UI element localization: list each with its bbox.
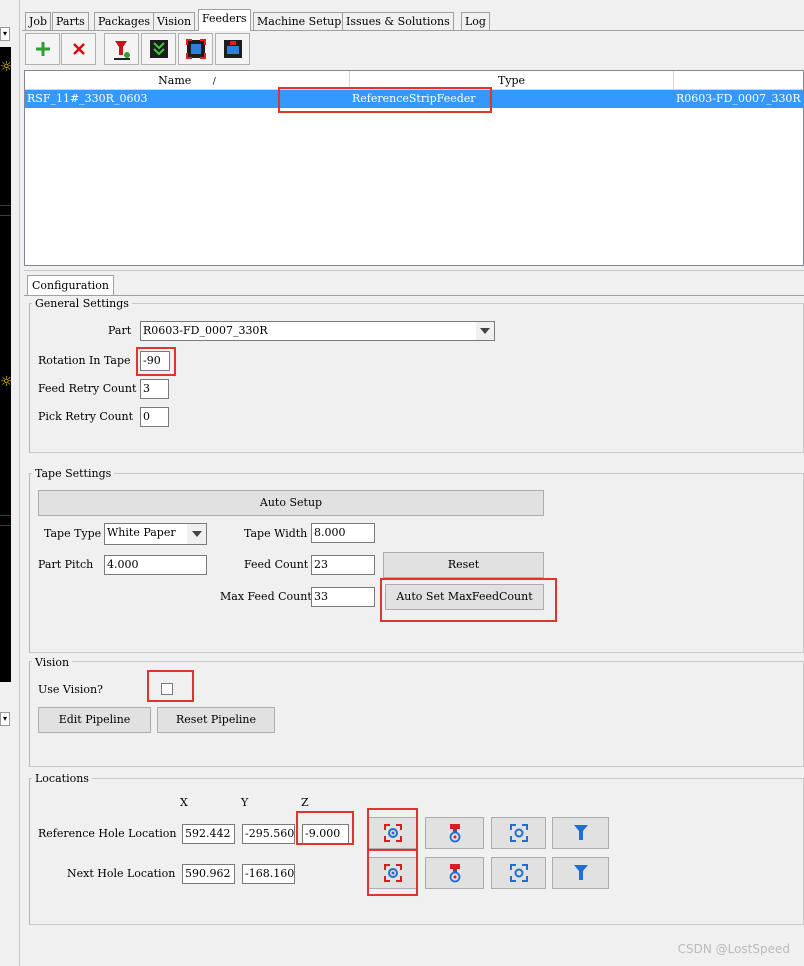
crosshair-line: [0, 215, 11, 216]
pick-icon: [113, 41, 130, 60]
sort-indicator-icon: /: [212, 77, 216, 87]
crosshair-line: [0, 205, 11, 206]
tape-width-label: Tape Width: [244, 527, 308, 540]
move-camera-icon: [509, 824, 528, 842]
ref-move-tool-button[interactable]: [552, 817, 609, 849]
left-dropdown-bottom[interactable]: ▾: [0, 712, 10, 726]
use-vision-label: Use Vision?: [38, 683, 103, 696]
delete-feeder-icon: [72, 43, 85, 55]
part-dropdown[interactable]: R0603-FD_0007_330R: [140, 321, 495, 341]
delete-feeder-button[interactable]: [61, 33, 96, 65]
auto-setup-button[interactable]: Auto Setup: [38, 490, 544, 516]
feed-capture-icon: [185, 39, 206, 59]
tab-packages[interactable]: Packages: [94, 12, 155, 30]
move-tool-icon: [573, 865, 588, 880]
tab-feeders[interactable]: Feeders: [198, 9, 251, 31]
discard-button[interactable]: [215, 33, 250, 65]
feed-count-field[interactable]: 23: [311, 555, 375, 575]
chevron-down-icon: [480, 328, 490, 334]
part-pitch-field[interactable]: 4.000: [104, 555, 207, 575]
feed-capture-button[interactable]: [178, 33, 213, 65]
highlight-box: [367, 808, 418, 851]
highlight-box: [296, 811, 354, 845]
tape-type-value: White Paper: [107, 526, 176, 539]
feed-icon: [149, 40, 168, 58]
pick-button[interactable]: [104, 33, 139, 65]
left-dropdown-top[interactable]: ▾: [0, 27, 10, 41]
y-header: Y: [241, 796, 249, 809]
ref-x-field[interactable]: 592.442: [182, 824, 235, 844]
tape-type-dropdown-button[interactable]: [187, 524, 206, 544]
next-x-field[interactable]: 590.962: [182, 864, 235, 884]
next-hole-label: Next Hole Location: [67, 867, 176, 880]
pick-retry-field[interactable]: 0: [140, 407, 169, 427]
fiducial-marker-icon: ☼: [0, 59, 13, 75]
add-feeder-button[interactable]: [25, 33, 60, 65]
ref-capture-tool-button[interactable]: [425, 817, 484, 849]
tape-settings-title: Tape Settings: [32, 467, 115, 481]
general-settings-title: General Settings: [32, 297, 132, 311]
locations-title: Locations: [32, 772, 92, 786]
reset-pipeline-button[interactable]: Reset Pipeline: [157, 707, 275, 733]
column-header-name-label: Name: [158, 74, 192, 87]
feed-retry-label: Feed Retry Count: [38, 382, 137, 395]
part-pitch-label: Part Pitch: [38, 558, 94, 571]
part-dropdown-button[interactable]: [476, 322, 494, 340]
add-feeder-icon: [35, 42, 50, 56]
tab-machine-setup[interactable]: Machine Setup: [253, 12, 346, 30]
capture-tool-icon: [449, 824, 460, 843]
chevron-down-icon: [191, 531, 202, 537]
max-feed-count-label: Max Feed Count: [220, 590, 312, 603]
highlight-box: [147, 670, 194, 702]
pick-retry-label: Pick Retry Count: [38, 410, 134, 423]
crosshair-line: [0, 515, 11, 516]
move-tool-icon: [573, 825, 588, 840]
next-move-camera-button[interactable]: [491, 857, 546, 889]
crosshair-line: [0, 525, 11, 526]
tab-issues-solutions[interactable]: Issues & Solutions: [342, 12, 454, 30]
rotation-label: Rotation In Tape: [38, 354, 131, 367]
max-feed-count-field[interactable]: 33: [311, 587, 375, 607]
fiducial-marker-icon: ☼: [0, 374, 13, 390]
reset-button[interactable]: Reset: [383, 552, 544, 578]
highlight-box: [380, 578, 557, 622]
capture-tool-icon: [449, 864, 460, 883]
next-move-tool-button[interactable]: [552, 857, 609, 889]
tape-width-field[interactable]: 8.000: [311, 523, 375, 543]
z-header: Z: [301, 796, 309, 809]
highlight-box: [278, 87, 492, 113]
next-capture-tool-button[interactable]: [425, 857, 484, 889]
next-y-field[interactable]: -168.160: [242, 864, 295, 884]
cell-name: RSF_11#_330R_0603: [27, 92, 148, 105]
tab-strip-line: [22, 30, 804, 31]
feed-button[interactable]: [141, 33, 176, 65]
cell-part: R0603-FD_0007_330R: [676, 92, 801, 105]
ref-y-field[interactable]: -295.560: [242, 824, 295, 844]
part-label: Part: [108, 324, 132, 337]
tape-type-label: Tape Type: [44, 527, 102, 540]
column-header-part[interactable]: [674, 71, 803, 90]
feed-retry-field[interactable]: 3: [140, 379, 169, 399]
feed-count-label: Feed Count: [244, 558, 309, 571]
tab-configuration[interactable]: Configuration: [27, 275, 114, 295]
highlight-box: [136, 347, 176, 376]
part-value: R0603-FD_0007_330R: [143, 324, 268, 337]
ref-move-camera-button[interactable]: [491, 817, 546, 849]
camera-view: [0, 47, 11, 682]
tab-job[interactable]: Job: [25, 12, 52, 30]
highlight-box: [367, 849, 418, 896]
x-header: X: [180, 796, 188, 809]
vision-title: Vision: [32, 656, 73, 670]
move-camera-icon: [509, 864, 528, 882]
splitter[interactable]: [24, 270, 804, 271]
edit-pipeline-button[interactable]: Edit Pipeline: [38, 707, 151, 733]
reference-hole-label: Reference Hole Location: [38, 827, 177, 840]
tab-vision[interactable]: Vision: [153, 12, 196, 30]
discard-icon: [223, 40, 242, 58]
watermark: CSDN @LostSpeed: [677, 942, 790, 956]
tab-parts[interactable]: Parts: [52, 12, 89, 30]
tab-log[interactable]: Log: [461, 12, 490, 30]
